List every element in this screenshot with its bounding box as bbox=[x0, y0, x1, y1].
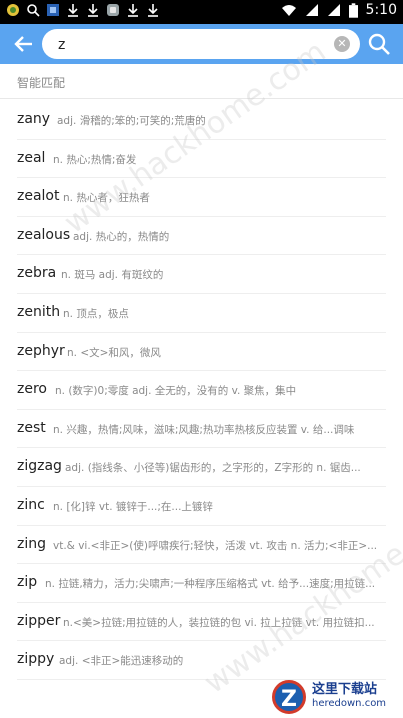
download-icon bbox=[128, 4, 138, 17]
result-word: zest bbox=[17, 419, 46, 436]
logo-text-cn: 这里下载站 bbox=[312, 682, 378, 697]
signal-icon bbox=[327, 4, 340, 16]
download-icon bbox=[68, 4, 78, 17]
result-word: zealous bbox=[17, 226, 71, 243]
result-row[interactable]: zing vt.& vi.<非正>(使)呼啸疾行;轻快，活泼 vt. 攻击 n. … bbox=[17, 526, 386, 565]
search-toolbar: ✕ bbox=[0, 24, 403, 64]
result-definition: n. (数字)0;零度 adj. 全无的，没有的 v. 聚焦，集中 bbox=[55, 385, 297, 398]
logo-text-en: heredown.com bbox=[312, 698, 387, 709]
result-definition: n. <文>和风，微风 bbox=[67, 346, 161, 359]
result-definition: adj. (指线条、小径等)锯齿形的，之字形的，Z字形的 n. 锯齿... bbox=[65, 462, 361, 475]
battery-icon bbox=[348, 2, 358, 18]
result-word: zing bbox=[17, 535, 46, 552]
section-title: 智能匹配 bbox=[17, 76, 66, 90]
result-word: zero bbox=[17, 381, 47, 398]
result-word: zippy bbox=[17, 651, 55, 668]
result-definition: n. [化]锌 vt. 镀锌于...;在...上镀锌 bbox=[53, 500, 213, 513]
app-notification-icon bbox=[7, 4, 19, 16]
download-icon bbox=[148, 4, 158, 17]
result-definition: n. 斑马 adj. 有斑纹的 bbox=[61, 269, 164, 282]
signal-icon bbox=[305, 4, 318, 16]
close-icon: ✕ bbox=[337, 37, 347, 50]
back-arrow-icon bbox=[14, 36, 32, 52]
search-button[interactable] bbox=[365, 30, 393, 58]
wifi-icon bbox=[281, 5, 296, 16]
download-icon bbox=[88, 4, 98, 17]
result-definition: adj. 热心的，热情的 bbox=[73, 230, 170, 243]
status-bar: 5:10 bbox=[0, 0, 403, 24]
site-logo: Z 这里下载站 heredown.com bbox=[272, 680, 386, 714]
app-notification-icon bbox=[107, 4, 119, 16]
result-row[interactable]: zebra n. 斑马 adj. 有斑纹的 bbox=[17, 255, 386, 294]
image-notification-icon bbox=[47, 4, 59, 16]
result-row[interactable]: zero n. (数字)0;零度 adj. 全无的，没有的 v. 聚焦，集中 bbox=[17, 371, 386, 410]
divider bbox=[0, 98, 403, 99]
result-word: zebra bbox=[17, 265, 57, 282]
result-word: zigzag bbox=[17, 458, 62, 475]
back-button[interactable] bbox=[10, 30, 38, 58]
search-notification-icon bbox=[27, 4, 40, 17]
result-word: zinc bbox=[17, 496, 45, 513]
result-word: zipper bbox=[17, 612, 61, 629]
search-icon bbox=[368, 33, 390, 55]
logo-badge: Z bbox=[272, 680, 306, 714]
result-row[interactable]: zinc n. [化]锌 vt. 镀锌于...;在...上镀锌 bbox=[17, 487, 386, 526]
result-row[interactable]: zigzag adj. (指线条、小径等)锯齿形的，之字形的，Z字形的 n. 锯齿… bbox=[17, 448, 386, 487]
result-definition: n. 顶点，极点 bbox=[63, 307, 129, 320]
result-definition: vt.& vi.<非正>(使)呼啸疾行;轻快，活泼 vt. 攻击 n. 活力;<… bbox=[53, 539, 378, 552]
clear-search-button[interactable]: ✕ bbox=[334, 36, 350, 52]
result-word: zenith bbox=[17, 303, 61, 320]
result-word: zeal bbox=[17, 149, 46, 166]
result-definition: n. 热心;热情;奋发 bbox=[53, 153, 137, 166]
result-row[interactable]: zephyr n. <文>和风，微风 bbox=[17, 333, 386, 372]
result-word: zephyr bbox=[17, 342, 65, 359]
status-time: 5:10 bbox=[365, 2, 397, 18]
result-word: zany bbox=[17, 111, 51, 127]
result-row[interactable]: zest n. 兴趣，热情;风味，滋味;风趣;热功率热核反应装置 v. 给...调… bbox=[17, 410, 386, 449]
result-definition: n. 兴趣，热情;风味，滋味;风趣;热功率热核反应装置 v. 给...调味 bbox=[53, 423, 355, 436]
result-word: zealot bbox=[17, 188, 60, 205]
result-word: zip bbox=[17, 574, 38, 591]
result-row[interactable]: zenith n. 顶点，极点 bbox=[17, 294, 386, 333]
logo-text: 这里下载站 heredown.com bbox=[312, 683, 386, 711]
